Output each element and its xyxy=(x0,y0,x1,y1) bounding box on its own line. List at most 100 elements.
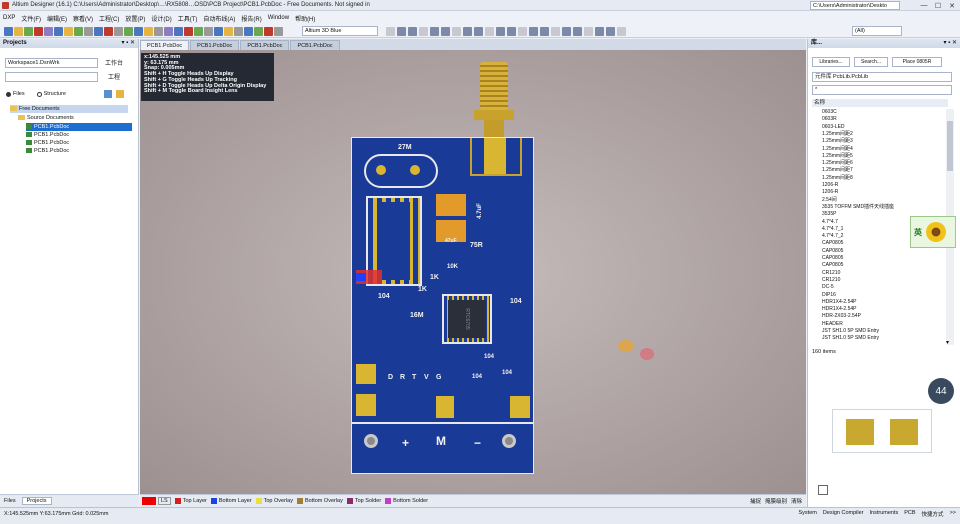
menu-t-7[interactable]: 工具(T) xyxy=(175,14,201,23)
toolbar-tool-icon[interactable] xyxy=(254,27,263,36)
view-mode-select[interactable]: Altium 3D Blue xyxy=(302,26,378,36)
layer-set-swatch[interactable] xyxy=(142,497,156,505)
toolbar-tool-icon[interactable] xyxy=(144,27,153,36)
place-button[interactable]: Place 0805R xyxy=(892,57,942,67)
library-component-item[interactable]: 3535 TOFFM SMD插件天线插座 xyxy=(822,204,894,211)
library-component-item[interactable]: 1.25mm间距7 xyxy=(822,167,853,174)
library-component-item[interactable]: 4.7*4.7 xyxy=(822,219,838,226)
library-component-item[interactable]: 4.7*4.7_1 xyxy=(822,226,843,233)
panel-controls-icon[interactable]: ▾ ▪ ✕ xyxy=(944,39,958,48)
library-component-item[interactable]: DC-5 xyxy=(822,284,834,291)
mask-level-button[interactable]: 掩膜级别 xyxy=(765,497,787,505)
toolbar-tool-icon[interactable] xyxy=(595,27,604,36)
library-component-item[interactable]: CR1210 xyxy=(822,270,840,277)
menu-a-8[interactable]: 自动布线(A) xyxy=(200,14,238,23)
toolbar-tool-icon[interactable] xyxy=(164,27,173,36)
toolbar-tool-icon[interactable] xyxy=(386,27,395,36)
toolbar-tool-icon[interactable] xyxy=(44,27,53,36)
tab-pcb2[interactable]: PCB1.PcbDoc xyxy=(190,40,240,50)
toolbar-tool-icon[interactable] xyxy=(14,27,23,36)
library-component-item[interactable]: CAP0805 xyxy=(822,248,843,255)
library-component-item[interactable]: CAP0805 xyxy=(822,262,843,269)
panel-controls-icon[interactable]: ▾ ▪ ✕ xyxy=(122,39,136,48)
library-component-item[interactable]: HDR1X4-2.54P xyxy=(822,299,856,306)
menu-v-3[interactable]: 察看(V) xyxy=(70,14,96,23)
toolbar-tool-icon[interactable] xyxy=(224,27,233,36)
library-component-item[interactable]: 1.25mm间距4 xyxy=(822,146,853,153)
toolbar-tool-icon[interactable] xyxy=(114,27,123,36)
minimize-button[interactable]: — xyxy=(918,1,930,10)
toolbar-tool-icon[interactable] xyxy=(584,27,593,36)
toolbar-tool-icon[interactable] xyxy=(441,27,450,36)
status-item-4[interactable]: 快捷方式 xyxy=(922,510,944,518)
library-component-item[interactable]: HEADER xyxy=(822,321,843,328)
layer-tab-bottom-layer-1[interactable]: Bottom Layer xyxy=(210,498,252,504)
layer-set-ls[interactable]: LS xyxy=(158,497,171,505)
toolbar-tool-icon[interactable] xyxy=(104,27,113,36)
layer-tab-top-overlay-2[interactable]: Top Overlay xyxy=(255,498,293,504)
tree-item-source-docs[interactable]: Source Documents xyxy=(18,114,74,122)
close-button[interactable]: ✕ xyxy=(946,1,958,10)
project-input[interactable] xyxy=(5,72,98,82)
toolbar-tool-icon[interactable] xyxy=(234,27,243,36)
toolbar-tool-icon[interactable] xyxy=(562,27,571,36)
status-item-5[interactable]: >> xyxy=(950,510,956,518)
menu-p-5[interactable]: 放置(P) xyxy=(122,14,148,23)
status-pcb-3[interactable]: PCB xyxy=(904,510,915,518)
tab-pcb4[interactable]: PCB1.PcbDoc xyxy=(290,40,340,50)
zoom-badge[interactable]: 44 xyxy=(928,378,954,404)
toolbar-tool-icon[interactable] xyxy=(518,27,527,36)
tab-pcb3[interactable]: PCB1.PcbDoc xyxy=(240,40,290,50)
toolbar-tool-icon[interactable] xyxy=(244,27,253,36)
tab-pcb1[interactable]: PCB1.PcbDoc xyxy=(140,40,190,50)
maximize-button[interactable]: ☐ xyxy=(932,1,944,10)
toolbar-tool-icon[interactable] xyxy=(174,27,183,36)
menu-h-11[interactable]: 帮助(H) xyxy=(292,14,318,23)
menu-e-2[interactable]: 编辑(E) xyxy=(44,14,70,23)
library-component-item[interactable]: 1.25mm间距2 xyxy=(822,131,853,138)
tree-item-pcb4[interactable]: PCB1.PcbDoc xyxy=(26,147,69,155)
library-component-item[interactable]: 1.25mm间距5 xyxy=(822,153,853,160)
pcb-board[interactable]: 27M 4.7uF 47uF 75R 10K 1K 1K 104 16M 104… xyxy=(351,137,534,474)
library-component-item[interactable]: 4.7*4.7_2 xyxy=(822,233,843,240)
files-radio[interactable] xyxy=(6,91,11,97)
library-component-item[interactable]: 1.25mm间距8 xyxy=(822,175,853,182)
library-component-item[interactable]: 0603-LED xyxy=(822,124,845,131)
library-component-item[interactable]: DIP16 xyxy=(822,292,836,299)
toolbar-tool-icon[interactable] xyxy=(496,27,505,36)
toolbar-tool-icon[interactable] xyxy=(419,27,428,36)
toolbar-tool-icon[interactable] xyxy=(154,27,163,36)
toolbar-tool-icon[interactable] xyxy=(452,27,461,36)
toolbar-tool-icon[interactable] xyxy=(134,27,143,36)
preview-tool-icon[interactable] xyxy=(818,485,828,495)
search-button[interactable]: Search... xyxy=(854,57,888,67)
toolbar-tool-icon[interactable] xyxy=(430,27,439,36)
library-component-item[interactable]: 1206-R xyxy=(822,189,838,196)
layer-tab-top-solder-4[interactable]: Top Solder xyxy=(346,498,381,504)
folder-tool-icon[interactable] xyxy=(116,90,124,98)
projects-tab[interactable]: Projects xyxy=(21,497,52,505)
toolbar-tool-icon[interactable] xyxy=(485,27,494,36)
toolbar-tool-icon[interactable] xyxy=(408,27,417,36)
layer-tab-bottom-solder-5[interactable]: Bottom Solder xyxy=(385,498,428,504)
toolbar-tool-icon[interactable] xyxy=(463,27,472,36)
library-component-item[interactable]: 1.25mm间距6 xyxy=(822,160,853,167)
toolbar-tool-icon[interactable] xyxy=(529,27,538,36)
library-component-item[interactable]: 1.25mm间距3 xyxy=(822,138,853,145)
library-component-item[interactable]: HDR1X4-2.54P xyxy=(822,306,856,313)
toolbar-tool-icon[interactable] xyxy=(84,27,93,36)
status-system-0[interactable]: System xyxy=(799,510,817,518)
library-component-item[interactable]: JST SH1.0 5P SMD Entry xyxy=(822,335,879,342)
project-button[interactable]: 工程 xyxy=(108,72,120,81)
library-component-item[interactable]: CAP0805 xyxy=(822,240,843,247)
toolbar-tool-icon[interactable] xyxy=(74,27,83,36)
library-select[interactable]: 元件库 PcbLib.PcbLib xyxy=(812,72,952,82)
filter-input[interactable]: * xyxy=(812,85,952,95)
menu-r-9[interactable]: 报告(R) xyxy=(238,14,264,23)
libraries-button[interactable]: Libraries... xyxy=(812,57,850,67)
tree-item-free-docs[interactable]: Free Documents xyxy=(10,105,128,113)
menu-window-10[interactable]: Window xyxy=(265,15,292,21)
toolbar-tool-icon[interactable] xyxy=(551,27,560,36)
toolbar-tool-icon[interactable] xyxy=(606,27,615,36)
library-component-item[interactable]: JST SH1.0 5P SMD Entry xyxy=(822,328,879,335)
